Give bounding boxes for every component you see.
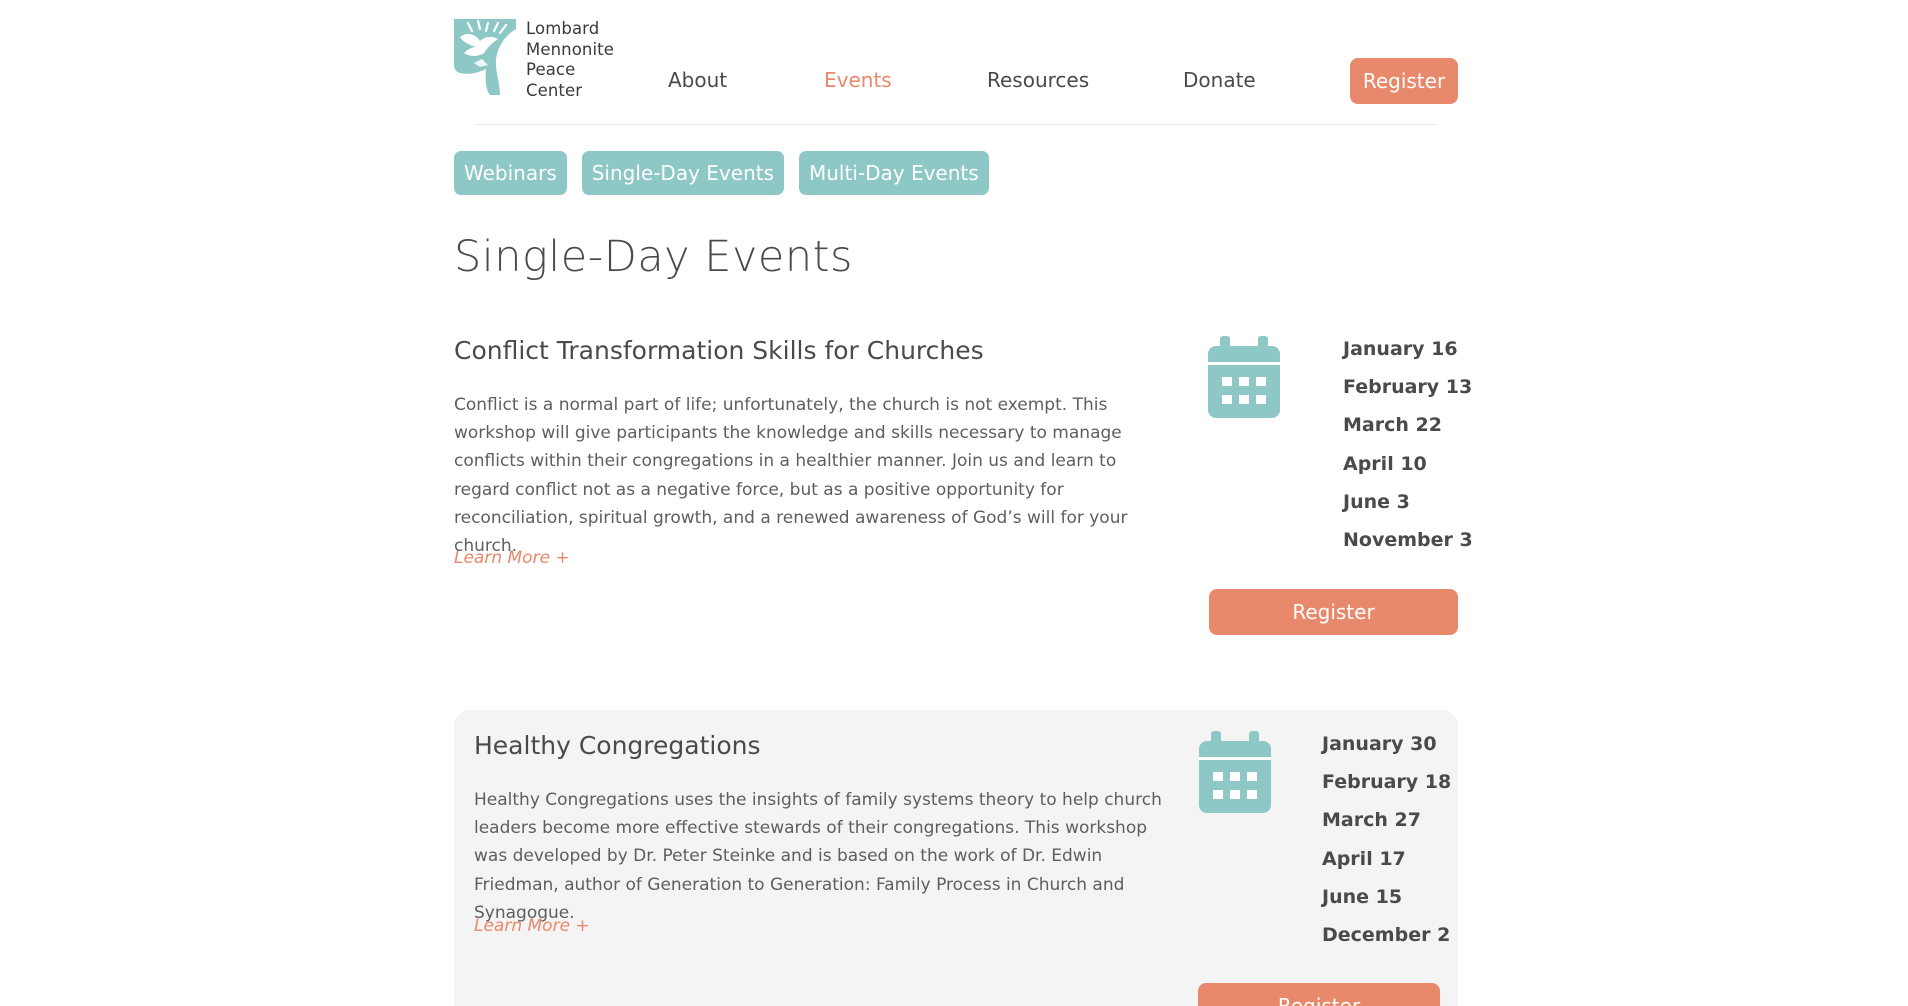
event-date: January 30 xyxy=(1322,733,1437,755)
event-title: Healthy Congregations xyxy=(474,731,761,760)
logo-line: Lombard xyxy=(526,19,600,38)
nav-item-about[interactable]: About xyxy=(668,57,727,104)
calendar-icon xyxy=(1208,336,1280,418)
event-date: June 15 xyxy=(1322,885,1403,908)
nav-item-resources[interactable]: Resources xyxy=(987,57,1089,104)
event-date: March 27 xyxy=(1322,809,1421,832)
main-nav: About Events Resources Donate Register xyxy=(454,57,1458,104)
register-button[interactable]: Register xyxy=(1198,983,1440,1006)
nav-item-donate[interactable]: Donate xyxy=(1183,57,1256,104)
calendar-icon xyxy=(1199,731,1271,813)
tab-single-day-events[interactable]: Single-Day Events xyxy=(581,151,784,195)
event-date: February 13 xyxy=(1343,376,1473,399)
event-dates: January 16 February 13 March 22 April 10… xyxy=(1343,330,1473,559)
learn-more-link[interactable]: Learn More + xyxy=(474,916,590,936)
nav-item-events[interactable]: Events xyxy=(824,57,892,104)
event-date: March 22 xyxy=(1343,414,1442,437)
event-description: Conflict is a normal part of life; unfor… xyxy=(454,395,1128,557)
tab-webinars[interactable]: Webinars xyxy=(454,151,567,195)
page-title: Single-Day Events xyxy=(454,232,853,282)
tab-multi-day-events[interactable]: Multi-Day Events xyxy=(799,151,989,195)
header-divider xyxy=(476,124,1436,125)
event-date: November 3 xyxy=(1343,528,1473,551)
event-title: Conflict Transformation Skills for Churc… xyxy=(454,336,984,365)
register-button[interactable]: Register xyxy=(1209,589,1458,635)
event-type-tabs: Webinars Single-Day Events Multi-Day Eve… xyxy=(454,151,989,195)
event-date: January 16 xyxy=(1343,338,1458,360)
event-date: February 18 xyxy=(1322,771,1452,794)
event-card: Healthy Congregations Healthy Congregati… xyxy=(454,710,1458,1006)
event-date: December 2 xyxy=(1322,923,1451,946)
nav-register-button[interactable]: Register xyxy=(1350,58,1458,104)
site-header: Lombard Mennonite Peace Center About Eve… xyxy=(454,0,1458,125)
event-date: April 17 xyxy=(1322,847,1406,870)
event-card: Conflict Transformation Skills for Churc… xyxy=(454,320,1473,650)
event-date: April 10 xyxy=(1343,452,1427,475)
event-dates: January 30 February 18 March 27 April 17… xyxy=(1322,725,1451,954)
page-container: Lombard Mennonite Peace Center About Eve… xyxy=(454,0,1473,1006)
learn-more-link[interactable]: Learn More + xyxy=(454,548,570,568)
event-date: June 3 xyxy=(1343,490,1410,513)
event-description: Healthy Congregations uses the insights … xyxy=(474,790,1162,923)
